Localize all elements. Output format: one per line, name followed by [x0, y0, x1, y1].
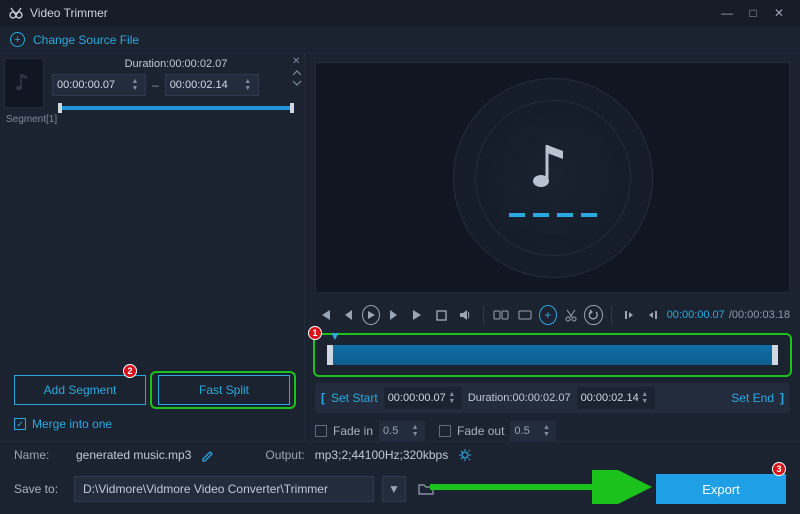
- fade-out-value[interactable]: 0.5▲▼: [510, 421, 556, 441]
- cut-icon[interactable]: [561, 304, 581, 326]
- add-marker-button[interactable]: +: [539, 305, 557, 325]
- segment-start-input[interactable]: 00:00:00.07 ▲▼: [52, 74, 146, 96]
- output-format: mp3;2;44100Hz;320kbps: [315, 448, 448, 462]
- play-button[interactable]: [362, 305, 380, 325]
- highlight-box-2: [150, 371, 296, 409]
- merge-into-one-checkbox[interactable]: ✓ Merge into one: [0, 413, 304, 441]
- playback-controls: + 00:00:00.07/00:00:03.18: [315, 301, 790, 329]
- save-path-input[interactable]: D:\Vidmore\Vidmore Video Converter\Trimm…: [74, 476, 374, 502]
- title-bar: Video Trimmer — □ ✕: [0, 0, 800, 26]
- stop-icon[interactable]: [431, 304, 451, 326]
- app-title: Video Trimmer: [30, 6, 108, 20]
- set-end-button[interactable]: Set End: [731, 391, 774, 405]
- change-source-label: Change Source File: [33, 33, 139, 47]
- export-button[interactable]: Export: [656, 474, 786, 504]
- stepper-down-icon[interactable]: ▼: [242, 85, 254, 92]
- segment-movedown-icon[interactable]: [292, 79, 302, 87]
- skip-start-icon[interactable]: [315, 304, 335, 326]
- audio-disc-graphic: [453, 78, 653, 278]
- trim-start-input[interactable]: 00:00:00.07▲▼: [384, 387, 462, 409]
- callout-arrow: [430, 470, 660, 504]
- segment-end-input[interactable]: 00:00:02.14 ▲▼: [165, 74, 259, 96]
- bracket-right-icon: ]: [780, 391, 784, 405]
- callout-badge-2: 2: [123, 364, 137, 378]
- close-button[interactable]: ✕: [766, 6, 792, 20]
- fade-in-group[interactable]: Fade in 0.5▲▼: [315, 421, 425, 441]
- trim-end-input[interactable]: 00:00:02.14▲▼: [577, 387, 655, 409]
- trim-selection[interactable]: [327, 345, 778, 365]
- callout-badge-1: 1: [308, 326, 322, 340]
- fade-in-value[interactable]: 0.5▲▼: [379, 421, 425, 441]
- segment-remove-icon[interactable]: ✕: [292, 56, 302, 67]
- zoom-out-icon[interactable]: [492, 304, 512, 326]
- step-back-icon[interactable]: [339, 304, 359, 326]
- set-start-button[interactable]: Set Start: [331, 391, 378, 405]
- zoom-in-icon[interactable]: [515, 304, 535, 326]
- skip-end-icon[interactable]: [408, 304, 428, 326]
- trim-times-row: [ Set Start 00:00:00.07▲▼ Duration:00:00…: [315, 383, 790, 413]
- output-settings-icon[interactable]: [458, 448, 472, 462]
- open-folder-icon[interactable]: [414, 476, 438, 502]
- trim-timeline[interactable]: [319, 341, 786, 369]
- fade-row: Fade in 0.5▲▼ Fade out 0.5▲▼: [315, 421, 790, 441]
- preview-area: [315, 62, 790, 293]
- segment-duration: Duration:00:00:02.07: [52, 58, 300, 70]
- checkbox-unchecked-icon[interactable]: [315, 425, 327, 437]
- change-source-row[interactable]: + Change Source File: [0, 26, 800, 54]
- bracket-end-icon[interactable]: [643, 304, 663, 326]
- equalizer-icon: [509, 213, 597, 217]
- music-note-icon: [531, 139, 575, 195]
- checkbox-unchecked-icon[interactable]: [439, 425, 451, 437]
- segment-thumbnail[interactable]: [4, 58, 44, 108]
- segment-moveup-icon[interactable]: [292, 69, 302, 77]
- range-dash: –: [152, 78, 159, 92]
- segment-range-bar[interactable]: [58, 106, 294, 110]
- stepper-up-icon[interactable]: ▲: [129, 78, 141, 85]
- app-logo-icon: [8, 5, 24, 21]
- output-filename: generated music.mp3: [76, 448, 191, 462]
- stepper-up-icon[interactable]: ▲: [242, 78, 254, 85]
- add-segment-button[interactable]: Add Segment: [14, 375, 146, 405]
- undo-button[interactable]: [584, 305, 602, 325]
- rename-icon[interactable]: [201, 448, 215, 462]
- step-forward-icon[interactable]: [384, 304, 404, 326]
- maximize-button[interactable]: □: [740, 6, 766, 20]
- output-info-row: Name: generated music.mp3 Output: mp3;2;…: [0, 441, 800, 468]
- stepper-down-icon[interactable]: ▼: [129, 85, 141, 92]
- plus-icon: +: [10, 32, 25, 47]
- segment-label: Segment[1]: [0, 110, 304, 129]
- trim-duration: Duration:00:00:02.07: [468, 392, 571, 404]
- time-total: /00:00:03.18: [729, 309, 790, 321]
- checkbox-checked-icon: ✓: [14, 418, 26, 430]
- save-row: Save to: D:\Vidmore\Vidmore Video Conver…: [0, 468, 800, 514]
- time-current: 00:00:00.07: [667, 309, 725, 321]
- minimize-button[interactable]: —: [714, 6, 740, 20]
- volume-icon[interactable]: [455, 304, 475, 326]
- fade-out-group[interactable]: Fade out 0.5▲▼: [439, 421, 556, 441]
- bracket-left-icon: [: [321, 391, 325, 405]
- callout-badge-3: 3: [772, 462, 786, 476]
- segments-panel: ✕ Duration:00:00:02.07 00:00:00.07 ▲▼ –: [0, 54, 305, 441]
- save-path-dropdown[interactable]: ▼: [382, 476, 406, 502]
- bracket-start-icon[interactable]: [619, 304, 639, 326]
